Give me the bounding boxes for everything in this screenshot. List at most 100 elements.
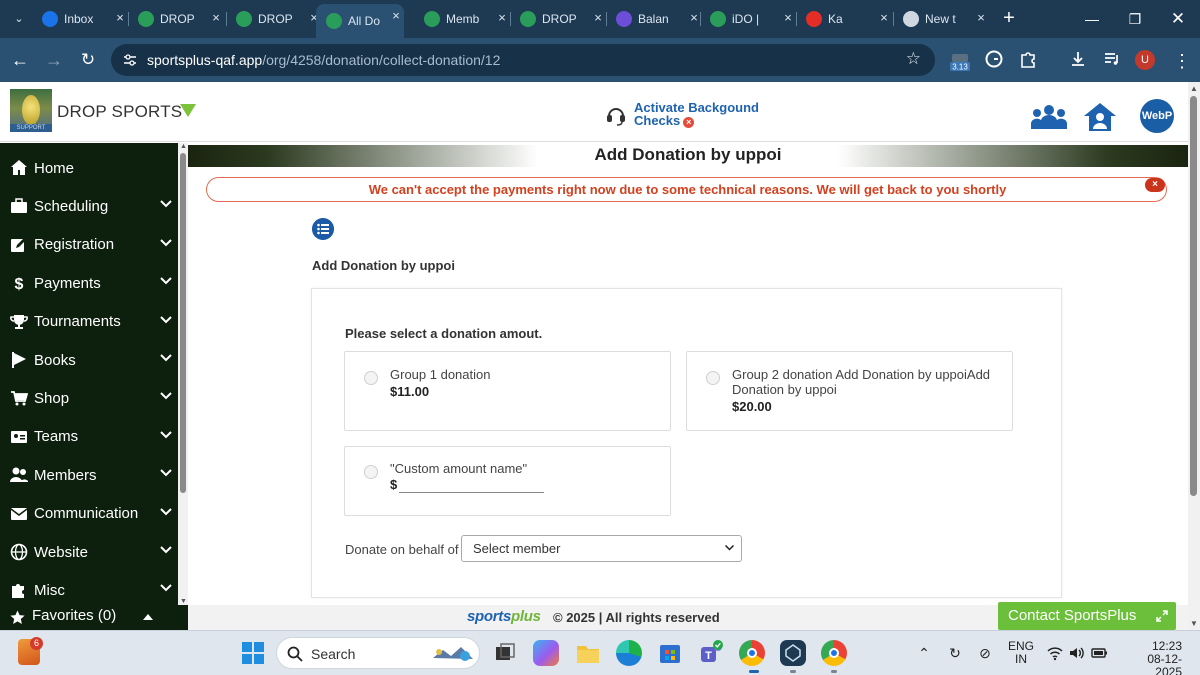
volume-icon[interactable]	[1068, 644, 1086, 662]
tray-overflow-caret-icon[interactable]: ⌃	[915, 644, 933, 662]
caret-up-icon[interactable]	[142, 613, 154, 620]
profile-avatar[interactable]: U	[1135, 50, 1157, 72]
list-view-icon[interactable]	[312, 218, 334, 240]
extension-badge-icon[interactable]: 3.13	[949, 50, 971, 72]
grammarly-icon[interactable]	[983, 50, 1005, 72]
page-scroll-thumb[interactable]	[1190, 96, 1197, 496]
file-explorer-icon[interactable]	[575, 640, 601, 666]
language-indicator[interactable]: ENG IN	[1008, 640, 1034, 666]
sidebar-item-communication[interactable]: Communication	[0, 495, 178, 533]
donation-option-group-1[interactable]: Group 1 donation $11.00	[344, 351, 671, 431]
chevron-down-icon[interactable]	[160, 584, 172, 592]
donation-option-group-2[interactable]: Group 2 donation Add Donation by uppoiAd…	[686, 351, 1013, 431]
tab-search-dropdown[interactable]: ⌄	[8, 8, 30, 30]
network-off-icon[interactable]: ⊘	[976, 644, 994, 662]
close-window-button[interactable]: ✕	[1158, 6, 1198, 32]
forward-button[interactable]: →	[42, 48, 66, 72]
tab-close-icon[interactable]: ×	[590, 10, 606, 25]
battery-icon[interactable]	[1090, 644, 1108, 662]
minimize-button[interactable]: —	[1072, 6, 1112, 32]
chevron-down-icon[interactable]	[160, 277, 172, 285]
tab-close-icon[interactable]: ×	[112, 10, 128, 25]
chevron-down-icon[interactable]	[160, 315, 172, 324]
sidebar-scrollbar[interactable]: ▲ ▼	[178, 143, 188, 605]
members-group-icon[interactable]	[1030, 102, 1068, 132]
alert-close-button[interactable]: ×	[1145, 178, 1165, 192]
new-tab-button[interactable]: +	[998, 7, 1020, 29]
chevron-down-icon[interactable]	[160, 469, 172, 477]
browser-tab[interactable]: Balan ×	[616, 6, 702, 32]
page-scrollbar[interactable]: ▲ ▼	[1188, 82, 1200, 630]
edge-icon[interactable]	[616, 640, 642, 666]
chevron-down-icon[interactable]	[160, 354, 172, 362]
sidebar-item-home[interactable]: Home	[0, 149, 178, 187]
donation-option-radio[interactable]	[706, 371, 720, 385]
donation-option-radio[interactable]	[364, 465, 378, 479]
org-logo[interactable]: SUPPORT	[10, 89, 52, 132]
browser-tab[interactable]: DROP ×	[138, 6, 224, 32]
chevron-down-icon[interactable]	[160, 200, 172, 208]
browser-tab[interactable]: DROP ×	[236, 6, 322, 32]
sidebar-item-registration[interactable]: Registration	[0, 226, 178, 264]
chevron-down-icon[interactable]	[160, 546, 172, 554]
activate-background-checks-link[interactable]: Activate Backgound Checks ×	[634, 101, 759, 128]
media-controls-icon[interactable]	[1101, 50, 1123, 72]
bookmark-star-icon[interactable]: ☆	[906, 49, 921, 69]
restore-button[interactable]: ❐	[1115, 6, 1155, 32]
header-home-icon[interactable]	[1083, 101, 1117, 133]
sidebar-item-misc[interactable]: Misc	[0, 571, 178, 609]
tab-close-icon[interactable]: ×	[973, 10, 989, 25]
reload-button[interactable]: ↻	[76, 48, 100, 72]
contact-sportsplus-button[interactable]: Contact SportsPlus	[998, 602, 1176, 630]
browser-menu-icon[interactable]: ⋮	[1171, 50, 1193, 72]
tab-close-icon[interactable]: ×	[388, 8, 404, 23]
sync-icon[interactable]: ↻	[946, 644, 964, 662]
sidebar-item-website[interactable]: Website	[0, 533, 178, 571]
donation-option-radio[interactable]	[364, 371, 378, 385]
donation-option-custom[interactable]: "Custom amount name" $	[344, 446, 671, 516]
browser-tab[interactable]: iDO | ×	[710, 6, 796, 32]
scroll-down-arrow-icon[interactable]: ▼	[180, 598, 187, 605]
sidebar-item-teams[interactable]: Teams	[0, 418, 178, 456]
browser-tab[interactable]: Inbox ×	[42, 6, 128, 32]
sidebar-item-tournaments[interactable]: Tournaments	[0, 303, 178, 341]
chevron-down-icon[interactable]	[160, 507, 172, 516]
tab-close-icon[interactable]: ×	[876, 10, 892, 25]
member-select-dropdown[interactable]: Select member	[461, 535, 742, 562]
chevron-down-icon[interactable]	[160, 239, 172, 247]
browser-tab[interactable]: Ka ×	[806, 6, 892, 32]
custom-amount-input[interactable]	[400, 477, 544, 493]
sidebar-item-scheduling[interactable]: Scheduling	[0, 187, 178, 225]
chrome-icon[interactable]	[739, 640, 765, 666]
store-icon[interactable]	[657, 640, 683, 666]
sidebar-item-payments[interactable]: $ Payments	[0, 264, 178, 302]
page-scroll-up-icon[interactable]: ▲	[1190, 84, 1198, 93]
org-switch-caret-icon[interactable]	[180, 104, 196, 117]
site-info-icon[interactable]	[123, 53, 137, 67]
sidebar-scroll-thumb[interactable]	[180, 153, 186, 493]
favorites-section[interactable]: Favorites (0)	[0, 605, 188, 630]
user-avatar[interactable]: WebP	[1140, 99, 1174, 133]
browser-tab[interactable]: New t ×	[903, 6, 989, 32]
downloads-icon[interactable]	[1067, 50, 1089, 72]
system-clock[interactable]: 12:23 08-12-2025	[1122, 640, 1182, 675]
address-bar[interactable]: sportsplus-qaf.app/org/4258/donation/col…	[111, 44, 935, 76]
teams-icon[interactable]: T	[698, 640, 724, 666]
sidebar-item-members[interactable]: Members	[0, 456, 178, 494]
scroll-up-arrow-icon[interactable]: ▲	[180, 143, 187, 150]
back-button[interactable]: ←	[8, 48, 32, 72]
tab-close-icon[interactable]: ×	[780, 10, 796, 25]
page-scroll-down-icon[interactable]: ▼	[1190, 619, 1198, 628]
sidebar-item-shop[interactable]: Shop	[0, 379, 178, 417]
tab-close-icon[interactable]: ×	[208, 10, 224, 25]
taskbar-search[interactable]: Search	[276, 637, 480, 669]
chevron-down-icon[interactable]	[160, 431, 172, 439]
task-view-icon[interactable]	[492, 640, 518, 666]
sidebar-item-books[interactable]: Books	[0, 341, 178, 379]
chrome-profile-icon[interactable]	[821, 640, 847, 666]
org-name[interactable]: DROP SPORTS	[57, 102, 182, 122]
tab-close-icon[interactable]: ×	[494, 10, 510, 25]
copilot-icon[interactable]	[533, 640, 559, 666]
windows-start-icon[interactable]	[240, 640, 266, 666]
extensions-puzzle-icon[interactable]	[1017, 50, 1039, 72]
